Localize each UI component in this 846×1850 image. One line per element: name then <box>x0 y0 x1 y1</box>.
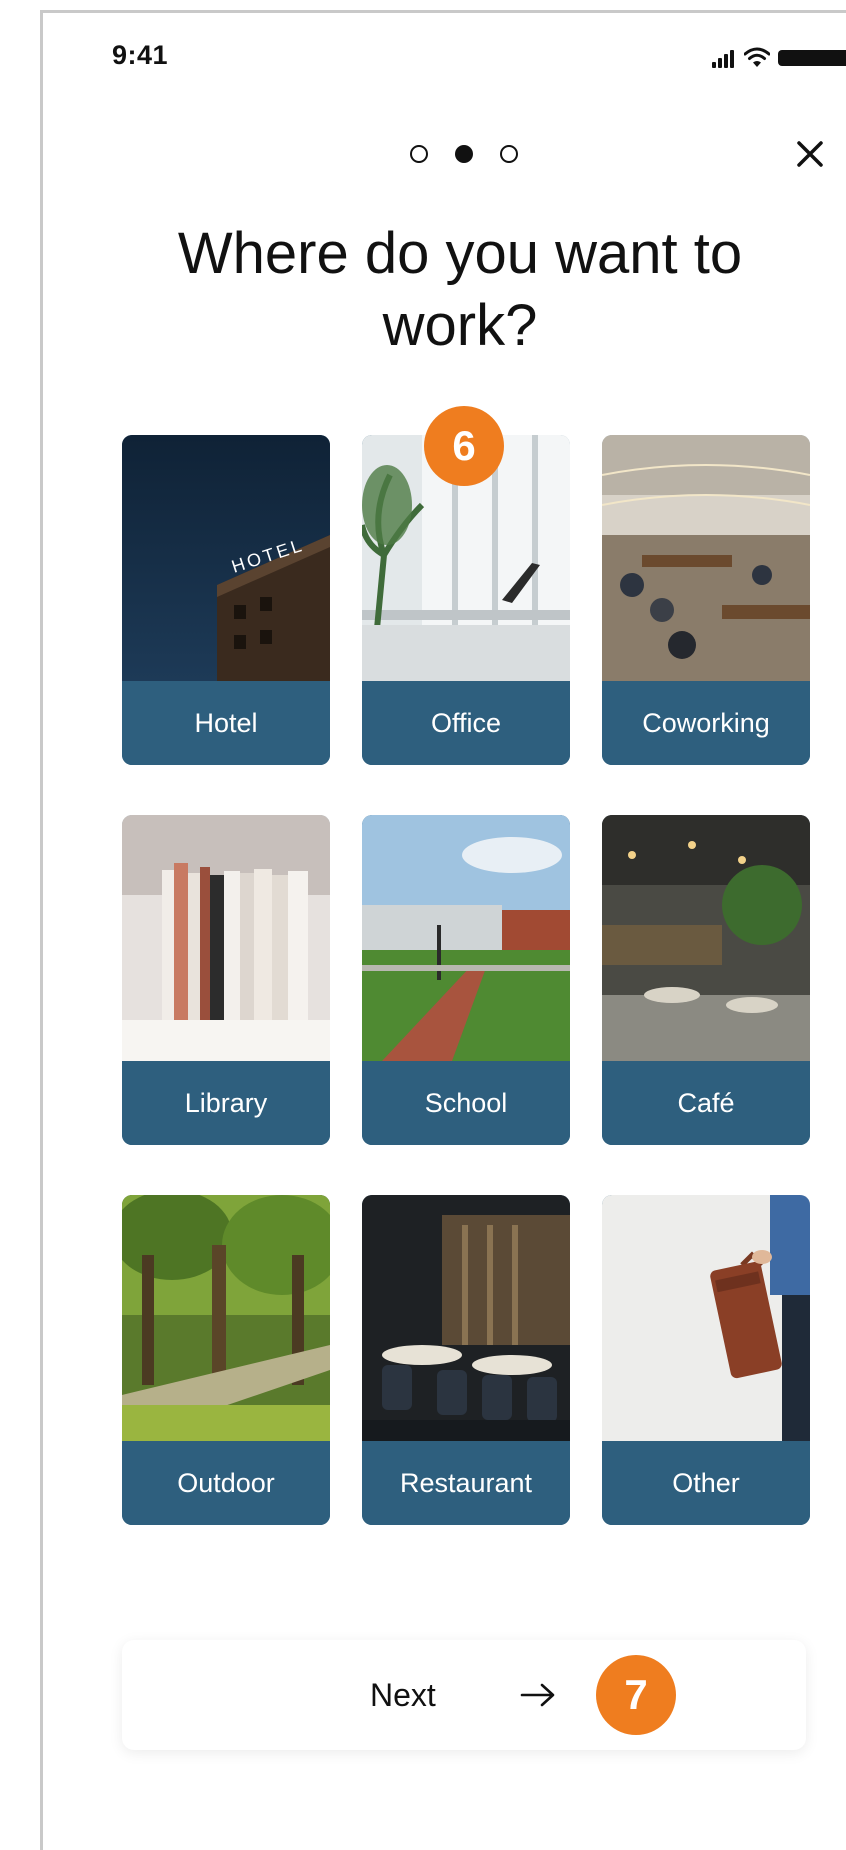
status-time: 9:41 <box>112 40 169 70</box>
library-photo <box>122 815 330 1061</box>
battery-icon <box>778 50 846 66</box>
restaurant-photo <box>362 1195 570 1441</box>
close-icon[interactable] <box>792 136 828 172</box>
option-label: Outdoor <box>122 1441 330 1525</box>
option-label: Office <box>362 681 570 765</box>
signal-icon <box>712 50 736 68</box>
option-label: Library <box>122 1061 330 1145</box>
step-dot-1 <box>410 145 428 163</box>
wifi-icon <box>744 47 770 67</box>
option-library[interactable]: Library <box>122 815 330 1145</box>
option-label: Café <box>602 1061 810 1145</box>
option-label: Coworking <box>602 681 810 765</box>
option-label: Hotel <box>122 681 330 765</box>
option-hotel[interactable]: HOTEL Hotel <box>122 435 330 765</box>
cafe-photo <box>602 815 810 1061</box>
hotel-photo: HOTEL <box>122 435 330 681</box>
school-photo <box>362 815 570 1061</box>
other-photo <box>602 1195 810 1441</box>
option-label: Other <box>602 1441 810 1525</box>
annotation-badge-7: 7 <box>596 1655 676 1735</box>
outdoor-photo <box>122 1195 330 1441</box>
step-dot-2-active <box>455 145 473 163</box>
option-cafe[interactable]: Café <box>602 815 810 1145</box>
option-restaurant[interactable]: Restaurant <box>362 1195 570 1525</box>
option-other[interactable]: Other <box>602 1195 810 1525</box>
next-button-label: Next <box>370 1677 436 1713</box>
option-school[interactable]: School <box>362 815 570 1145</box>
step-dot-3 <box>500 145 518 163</box>
annotation-badge-6: 6 <box>424 406 504 486</box>
page-title: Where do you want to work? <box>177 221 743 358</box>
next-button[interactable]: Next <box>122 1640 806 1750</box>
coworking-photo <box>602 435 810 681</box>
option-label: Restaurant <box>362 1441 570 1525</box>
option-label: School <box>362 1061 570 1145</box>
option-outdoor[interactable]: Outdoor <box>122 1195 330 1525</box>
arrow-right-icon <box>520 1683 555 1707</box>
option-coworking[interactable]: Coworking <box>602 435 810 765</box>
